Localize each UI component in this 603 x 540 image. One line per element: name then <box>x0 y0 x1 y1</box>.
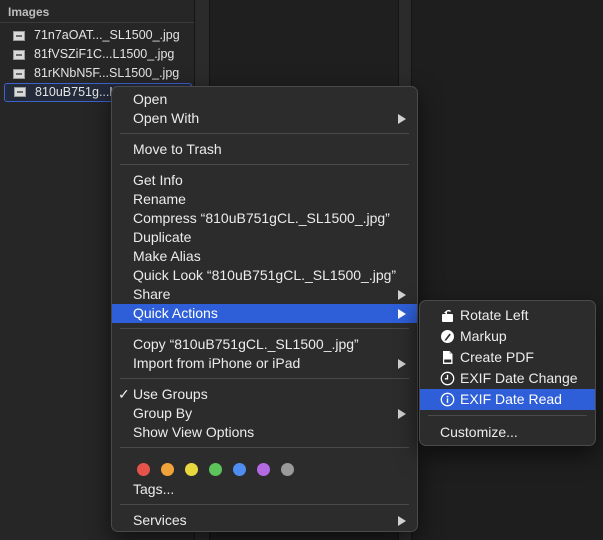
submenu-item-label: Create PDF <box>460 349 534 365</box>
submenu-item-label: EXIF Date Change <box>460 370 578 386</box>
chevron-right-icon <box>398 359 406 369</box>
menu-item-label: Group By <box>133 405 193 421</box>
info-icon <box>440 392 455 407</box>
chevron-right-icon <box>398 409 406 419</box>
menu-item-services[interactable]: Services <box>112 511 417 530</box>
menu-separator <box>120 328 409 329</box>
menu-item-quick-look[interactable]: Quick Look “810uB751gCL._SL1500_.jpg” <box>112 266 417 285</box>
menu-separator <box>120 378 409 379</box>
menu-item-open[interactable]: Open <box>112 90 417 109</box>
file-row[interactable]: 81fVSZiF1C...L1500_.jpg <box>4 45 192 64</box>
menu-separator <box>428 415 587 416</box>
list-header: Images <box>0 0 194 23</box>
menu-item-rename[interactable]: Rename <box>112 190 417 209</box>
menu-item-get-info[interactable]: Get Info <box>112 171 417 190</box>
submenu-item-label: Customize... <box>440 424 518 440</box>
context-menu: Open Open With Move to Trash Get Info Re… <box>111 86 418 532</box>
submenu-item-label: Markup <box>460 328 507 344</box>
menu-item-label: Move to Trash <box>133 141 222 157</box>
image-file-icon <box>13 50 25 60</box>
image-file-icon <box>14 87 26 97</box>
file-name: 81fVSZiF1C...L1500_.jpg <box>34 47 175 61</box>
menu-item-quick-actions[interactable]: Quick Actions <box>112 304 417 323</box>
submenu-item-label: EXIF Date Read <box>460 391 562 407</box>
tag-green-dot[interactable] <box>209 463 222 476</box>
menu-item-group-by[interactable]: Group By <box>112 404 417 423</box>
tag-blue-dot[interactable] <box>233 463 246 476</box>
image-file-icon <box>13 69 25 79</box>
checkmark-icon: ✓ <box>118 386 130 402</box>
menu-item-share[interactable]: Share <box>112 285 417 304</box>
markup-icon <box>441 330 454 343</box>
menu-item-label: Quick Actions <box>133 305 218 321</box>
tag-colors-row <box>112 454 417 480</box>
menu-item-show-view-options[interactable]: Show View Options <box>112 423 417 442</box>
menu-item-tags[interactable]: Tags... <box>112 480 417 499</box>
image-file-icon <box>13 31 25 41</box>
chevron-right-icon <box>398 114 406 124</box>
file-name: 81rKNbN5F...SL1500_.jpg <box>34 66 180 80</box>
menu-item-label: Tags... <box>133 481 175 497</box>
chevron-right-icon <box>398 290 406 300</box>
menu-item-make-alias[interactable]: Make Alias <box>112 247 417 266</box>
submenu-item-exif-date-change[interactable]: EXIF Date Change <box>420 368 595 389</box>
clock-icon <box>440 371 455 386</box>
menu-item-compress[interactable]: Compress “810uB751gCL._SL1500_.jpg” <box>112 209 417 228</box>
menu-item-label: Open With <box>133 110 200 126</box>
menu-separator <box>120 447 409 448</box>
menu-item-label: Import from iPhone or iPad <box>133 355 301 371</box>
menu-item-copy[interactable]: Copy “810uB751gCL._SL1500_.jpg” <box>112 335 417 354</box>
menu-item-label: Compress “810uB751gCL._SL1500_.jpg” <box>133 210 390 226</box>
menu-item-label: Duplicate <box>133 229 192 245</box>
chevron-right-icon <box>398 516 406 526</box>
menu-item-label: Use Groups <box>133 386 208 402</box>
menu-item-label: Show View Options <box>133 424 255 440</box>
submenu-item-label: Rotate Left <box>460 307 529 323</box>
menu-item-import-from-iphone[interactable]: Import from iPhone or iPad <box>112 354 417 373</box>
menu-item-label: Make Alias <box>133 248 201 264</box>
submenu-item-markup[interactable]: Markup <box>420 326 595 347</box>
tag-gray-dot[interactable] <box>281 463 294 476</box>
submenu-item-customize[interactable]: Customize... <box>420 422 595 443</box>
quick-actions-submenu: Rotate Left Markup Create PDF EXIF Date … <box>419 300 596 446</box>
menu-separator <box>120 133 409 134</box>
menu-item-open-with[interactable]: Open With <box>112 109 417 128</box>
menu-item-label: Quick Look “810uB751gCL._SL1500_.jpg” <box>133 267 397 283</box>
tag-orange-dot[interactable] <box>161 463 174 476</box>
menu-item-label: Services <box>133 512 187 528</box>
menu-separator <box>120 164 409 165</box>
rotate-left-icon <box>442 309 453 322</box>
file-row[interactable]: 81rKNbN5F...SL1500_.jpg <box>4 64 192 83</box>
menu-item-label: Get Info <box>133 172 183 188</box>
tag-red-dot[interactable] <box>137 463 150 476</box>
menu-item-duplicate[interactable]: Duplicate <box>112 228 417 247</box>
menu-item-label: Rename <box>133 191 186 207</box>
chevron-right-icon <box>398 309 406 319</box>
right-pane <box>412 0 603 540</box>
tag-yellow-dot[interactable] <box>185 463 198 476</box>
tag-purple-dot[interactable] <box>257 463 270 476</box>
menu-item-move-to-trash[interactable]: Move to Trash <box>112 140 417 159</box>
menu-item-use-groups[interactable]: ✓ Use Groups <box>112 385 417 404</box>
submenu-item-exif-date-read[interactable]: EXIF Date Read <box>420 389 595 410</box>
menu-item-label: Open <box>133 91 168 107</box>
submenu-item-create-pdf[interactable]: Create PDF <box>420 347 595 368</box>
file-row[interactable]: 71n7aOAT..._SL1500_.jpg <box>4 26 192 45</box>
pdf-document-icon <box>443 351 453 364</box>
file-name: 71n7aOAT..._SL1500_.jpg <box>34 28 180 42</box>
menu-item-label: Copy “810uB751gCL._SL1500_.jpg” <box>133 336 359 352</box>
menu-item-label: Share <box>133 286 171 302</box>
menu-separator <box>120 504 409 505</box>
submenu-item-rotate-left[interactable]: Rotate Left <box>420 305 595 326</box>
